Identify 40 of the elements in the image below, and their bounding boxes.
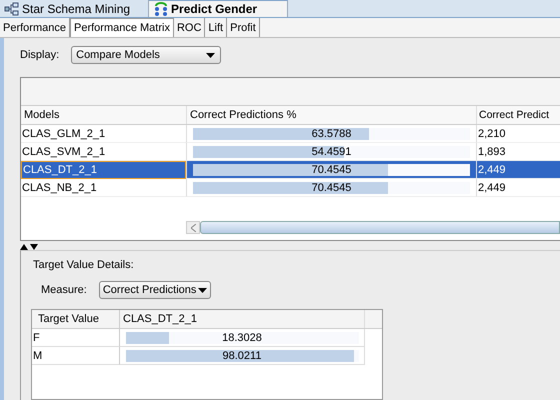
display-label: Display:	[20, 49, 60, 61]
table-cell: 2,449	[476, 179, 560, 197]
column-header[interactable]: Target Value	[32, 310, 120, 328]
column-header[interactable]: CLAS_DT_2_1	[120, 310, 365, 328]
table-row[interactable]: CLAS_GLM_2_1 63.5788 2,210	[21, 125, 560, 143]
table-cell-text: 70.4545	[310, 164, 352, 176]
table-cell-text: 63.5788	[310, 128, 352, 140]
table-cell: M	[32, 347, 120, 365]
table-row[interactable]: CLAS_NB_2_1 70.4545 2,449	[21, 179, 560, 197]
column-header[interactable]: Correct Predictions %	[186, 106, 476, 124]
dropdown-arrow-icon	[198, 288, 207, 292]
table-cell: CLAS_DT_2_1	[21, 161, 186, 179]
view-tab[interactable]: ROC	[174, 18, 206, 37]
section-title: Target Value Details:	[32, 259, 135, 273]
table-row[interactable]: CLAS_DT_2_1 70.4545 2,449	[21, 161, 560, 179]
table-cell: CLAS_GLM_2_1	[21, 125, 186, 143]
view-tab[interactable]: Lift	[205, 18, 228, 37]
column-header[interactable]: Correct Predict	[476, 106, 560, 124]
table-cell: 2,210	[476, 125, 560, 143]
view-tab[interactable]: Performance Matrix	[70, 18, 174, 37]
view-tab[interactable]: Profit	[227, 18, 260, 37]
table-cell: F	[32, 329, 120, 347]
splitter-arrows-icon	[20, 244, 38, 250]
dropdown-arrow-icon	[206, 52, 216, 58]
table-cell-text: 54.4591	[310, 146, 352, 158]
scroll-left-button[interactable]	[186, 221, 200, 234]
table-cell-text: 18.3028	[221, 332, 263, 344]
table-cell: CLAS_SVM_2_1	[21, 143, 186, 161]
table-cell-text: 70.4545	[310, 182, 352, 194]
measure-dropdown[interactable]: Correct Predictions	[98, 281, 211, 299]
table-cell-text: 98.0211	[222, 350, 262, 362]
display-dropdown[interactable]: Compare Models	[71, 46, 222, 64]
table-cell: 2,449	[476, 161, 560, 179]
editor-tab[interactable]: Predict Gender	[149, 0, 288, 17]
scrollbar-thumb[interactable]	[200, 221, 560, 234]
table-cell: CLAS_NB_2_1	[21, 179, 186, 197]
table-row[interactable]: CLAS_SVM_2_1 54.4591 1,893	[21, 143, 560, 161]
measure-label: Measure:	[41, 284, 87, 296]
model-icon	[153, 1, 170, 17]
column-header[interactable]: Models	[21, 106, 186, 124]
